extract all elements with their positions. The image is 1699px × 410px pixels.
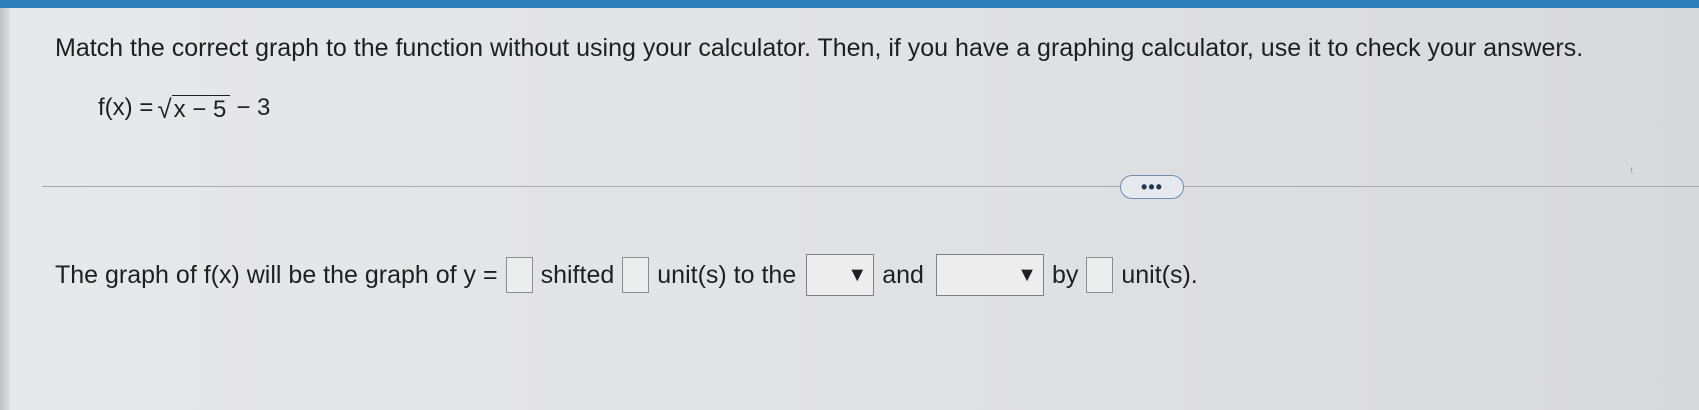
dropdown-arrow-icon: ▼ [847,264,868,286]
answer-sentence: The graph of f(x) will be the graph of y… [55,254,1198,296]
answer-text-6: unit(s). [1121,260,1198,289]
section-divider [42,186,1699,187]
radical-sign-icon: √ [157,93,172,124]
question-prompt: Match the correct graph to the function … [55,34,1584,62]
function-formula: f(x) = √ x − 5 − 3 [98,94,270,122]
dropdown-arrow-icon: ▼ [1017,264,1037,286]
parent-function-input[interactable] [505,257,533,293]
horizontal-direction-dropdown[interactable]: ▼ [806,254,875,296]
formula-rhs: − 3 [236,94,271,121]
vertical-shift-input[interactable] [1086,257,1114,293]
left-edge-shadow [0,8,10,410]
answer-text-4: and [882,260,924,289]
vertical-direction-dropdown[interactable]: ▼ [935,254,1044,296]
formula-lhs: f(x) = [98,94,154,121]
square-root: √ x − 5 [157,93,231,124]
horizontal-shift-input[interactable] [622,257,650,293]
scroll-marker-icon: ꜝ [1630,168,1634,182]
show-more-button[interactable]: ••• [1120,175,1184,199]
answer-text-1: The graph of f(x) will be the graph of y… [55,260,498,289]
answer-text-2: shifted [540,260,615,289]
radicand: x − 5 [171,94,231,122]
top-accent-bar [0,0,1699,8]
page: Match the correct graph to the function … [0,0,1699,410]
answer-text-3: unit(s) to the [657,260,797,289]
answer-text-5: by [1051,260,1079,289]
